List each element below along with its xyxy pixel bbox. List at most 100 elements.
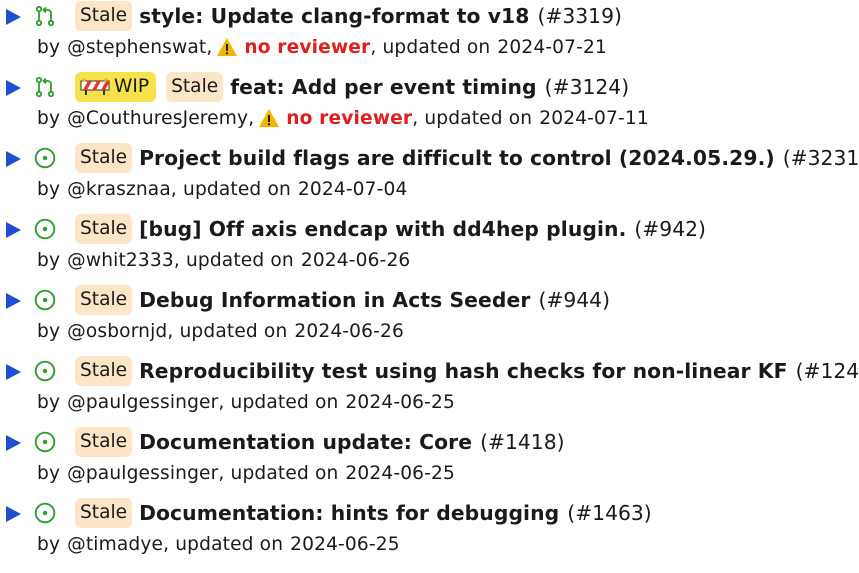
item-number[interactable]: (#944) bbox=[538, 288, 610, 312]
updated-date: 2024-06-25 bbox=[345, 391, 455, 413]
list-item: Stale style: Update clang-format to v18 … bbox=[0, 0, 859, 64]
issue-open-icon bbox=[33, 217, 57, 241]
updated-label: , updated on bbox=[218, 462, 339, 484]
by-label: by bbox=[37, 320, 61, 342]
construction-barrier-icon bbox=[80, 78, 110, 96]
by-label: by bbox=[37, 178, 61, 200]
item-title[interactable]: feat: Add per event timing bbox=[230, 75, 536, 99]
updated-date: 2024-06-25 bbox=[345, 462, 455, 484]
updated-date: 2024-06-25 bbox=[290, 533, 400, 555]
warning-icon bbox=[216, 37, 238, 57]
item-number[interactable]: (#3231) bbox=[783, 146, 859, 170]
updated-label: , updated on bbox=[170, 178, 291, 200]
author-link[interactable]: @whit2333 bbox=[67, 250, 174, 271]
item-number[interactable]: (#1463) bbox=[567, 501, 651, 525]
item-meta: by @CouthuresJeremy , no reviewer , updat… bbox=[37, 103, 649, 133]
stale-badge: Stale bbox=[75, 427, 133, 457]
expand-toggle-icon[interactable] bbox=[6, 222, 21, 238]
item-title[interactable]: Debug Information in Acts Seeder bbox=[139, 288, 530, 312]
by-label: by bbox=[37, 533, 61, 555]
item-title-row: Stale Documentation: hints for debugging… bbox=[75, 497, 652, 529]
no-reviewer-label: no reviewer bbox=[286, 107, 413, 129]
item-meta: by @whit2333 , updated on 2024-06-26 bbox=[37, 245, 410, 275]
by-label: by bbox=[37, 107, 61, 129]
list-item: Stale Reproducibility test using hash ch… bbox=[0, 355, 859, 419]
item-header: WIP Stale feat: Add per event timing (#3… bbox=[0, 71, 859, 103]
expand-toggle-icon[interactable] bbox=[6, 364, 21, 380]
by-label: by bbox=[37, 462, 61, 484]
item-title-row: Stale Project build flags are difficult … bbox=[75, 142, 859, 174]
item-meta: by @paulgessinger , updated on 2024-06-2… bbox=[37, 387, 455, 417]
by-label: by bbox=[37, 36, 61, 58]
item-number[interactable]: (#1246) bbox=[796, 359, 859, 383]
issue-open-icon bbox=[33, 501, 57, 525]
warning-icon bbox=[258, 108, 280, 128]
author-link[interactable]: @osbornjd bbox=[67, 321, 167, 342]
updated-label: , updated on bbox=[218, 391, 339, 413]
item-number[interactable]: (#3124) bbox=[545, 75, 629, 99]
item-title-row: Stale Documentation update: Core (#1418) bbox=[75, 426, 565, 458]
expand-toggle-icon[interactable] bbox=[6, 151, 21, 167]
item-header: Stale Reproducibility test using hash ch… bbox=[0, 355, 859, 387]
item-number[interactable]: (#1418) bbox=[480, 430, 564, 454]
stale-badge: Stale bbox=[75, 214, 133, 244]
item-title[interactable]: Project build flags are difficult to con… bbox=[139, 146, 775, 170]
updated-label: , updated on bbox=[173, 249, 294, 271]
updated-label: , updated on bbox=[370, 36, 491, 58]
author-link[interactable]: @krasznaa bbox=[67, 179, 171, 200]
stale-badge: Stale bbox=[166, 72, 224, 102]
item-header: Stale style: Update clang-format to v18 … bbox=[0, 0, 859, 32]
item-header: Stale Project build flags are difficult … bbox=[0, 142, 859, 174]
item-title-row: WIP Stale feat: Add per event timing (#3… bbox=[75, 71, 629, 103]
item-header: Stale Debug Information in Acts Seeder (… bbox=[0, 284, 859, 316]
author-link[interactable]: @CouthuresJeremy bbox=[67, 108, 248, 129]
updated-date: 2024-07-21 bbox=[497, 36, 607, 58]
item-title-row: Stale style: Update clang-format to v18 … bbox=[75, 0, 622, 32]
item-list: Stale style: Update clang-format to v18 … bbox=[0, 0, 859, 573]
item-title[interactable]: Documentation update: Core bbox=[139, 430, 472, 454]
item-header: Stale Documentation: hints for debugging… bbox=[0, 497, 859, 529]
item-title[interactable]: style: Update clang-format to v18 bbox=[139, 4, 529, 28]
list-item: Stale Documentation: hints for debugging… bbox=[0, 497, 859, 561]
updated-label: , updated on bbox=[163, 533, 284, 555]
item-title-row: Stale [bug] Off axis endcap with dd4hep … bbox=[75, 213, 706, 245]
item-header: Stale Documentation update: Core (#1418) bbox=[0, 426, 859, 458]
expand-toggle-icon[interactable] bbox=[6, 80, 21, 96]
expand-toggle-icon[interactable] bbox=[6, 9, 21, 25]
by-label: by bbox=[37, 391, 61, 413]
list-item: Stale Debug Information in Acts Seeder (… bbox=[0, 284, 859, 348]
by-label: by bbox=[37, 249, 61, 271]
item-meta: by @timadye , updated on 2024-06-25 bbox=[37, 529, 400, 559]
updated-date: 2024-07-04 bbox=[297, 178, 408, 200]
issue-open-icon bbox=[33, 359, 57, 383]
author-link[interactable]: @paulgessinger bbox=[67, 392, 218, 413]
author-link[interactable]: @paulgessinger bbox=[67, 463, 218, 484]
updated-label: , updated on bbox=[412, 107, 533, 129]
item-meta: by @osbornjd , updated on 2024-06-26 bbox=[37, 316, 404, 346]
author-link[interactable]: @timadye bbox=[67, 534, 163, 555]
item-meta: by @krasznaa , updated on 2024-07-04 bbox=[37, 174, 407, 204]
item-title-row: Stale Debug Information in Acts Seeder (… bbox=[75, 284, 610, 316]
item-title[interactable]: Documentation: hints for debugging bbox=[139, 501, 559, 525]
item-title[interactable]: Reproducibility test using hash checks f… bbox=[139, 359, 787, 383]
stale-badge: Stale bbox=[75, 285, 133, 315]
item-title[interactable]: [bug] Off axis endcap with dd4hep plugin… bbox=[139, 217, 626, 241]
issue-open-icon bbox=[33, 146, 57, 170]
expand-toggle-icon[interactable] bbox=[6, 293, 21, 309]
item-number[interactable]: (#3319) bbox=[537, 4, 621, 28]
item-number[interactable]: (#942) bbox=[634, 217, 706, 241]
issue-open-icon bbox=[33, 430, 57, 454]
updated-label: , updated on bbox=[167, 320, 288, 342]
stale-badge: Stale bbox=[75, 143, 133, 173]
issue-open-icon bbox=[33, 288, 57, 312]
list-item: WIP Stale feat: Add per event timing (#3… bbox=[0, 71, 859, 135]
author-link[interactable]: @stephenswat bbox=[67, 37, 206, 58]
list-item: Stale [bug] Off axis endcap with dd4hep … bbox=[0, 213, 859, 277]
item-meta: by @stephenswat , no reviewer , updated o… bbox=[37, 32, 607, 62]
expand-toggle-icon[interactable] bbox=[6, 435, 21, 451]
stale-badge: Stale bbox=[75, 498, 133, 528]
updated-date: 2024-06-26 bbox=[300, 249, 411, 271]
stale-badge: Stale bbox=[75, 1, 133, 31]
wip-label: WIP bbox=[114, 76, 150, 97]
expand-toggle-icon[interactable] bbox=[6, 506, 21, 522]
